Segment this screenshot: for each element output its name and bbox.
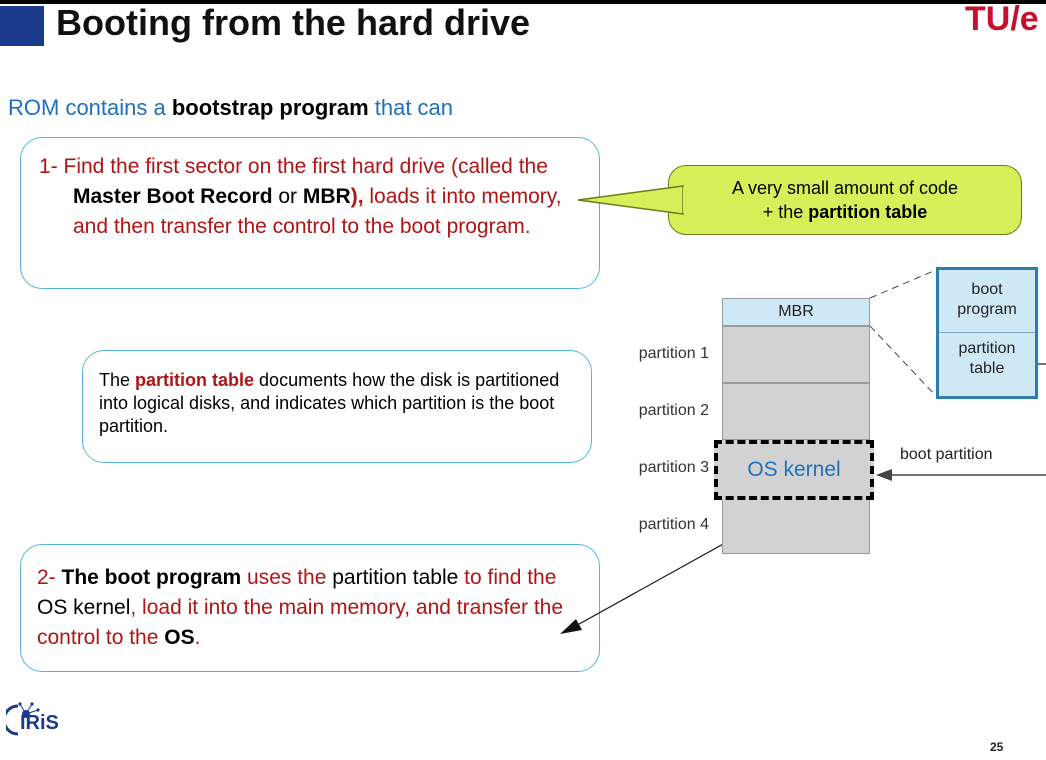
- partition-table-line2: table: [969, 360, 1005, 377]
- boot-program-cell: boot program: [939, 270, 1035, 333]
- partition-1-cell: partition 1: [639, 326, 870, 383]
- callout-tail-joint: [683, 187, 689, 213]
- partition-4-cell: partition 4: [639, 497, 870, 554]
- partition-4-label: partition 4: [638, 516, 709, 533]
- kernel-arrowhead: [560, 619, 582, 634]
- page-number: 25: [990, 740, 1004, 754]
- iris-logo-text: IRiS: [20, 712, 59, 734]
- mbr-detail-box: boot program partition table: [936, 267, 1038, 399]
- boot-partition-label: boot partition: [900, 446, 993, 463]
- partition-2-cell: partition 2: [639, 383, 870, 440]
- os-kernel-box: OS kernel: [714, 440, 874, 500]
- partition-2-label: partition 2: [638, 402, 709, 419]
- partition-table-cell: partition table: [939, 333, 1035, 396]
- boot-program-line2: program: [957, 301, 1017, 318]
- callout-tail: [577, 185, 684, 215]
- disk-diagram: MBR partition 1 partition 2 partition 3 …: [639, 298, 870, 554]
- mbr-detail-line-bottom: [869, 325, 937, 397]
- partition-table-line1: partition: [958, 340, 1016, 357]
- partition-3-label: partition 3: [638, 459, 709, 476]
- mbr-detail-line-top: [869, 269, 937, 299]
- boot-partition-arrowhead: [876, 469, 892, 481]
- mbr-cell: MBR: [722, 298, 870, 326]
- iris-arc: [6, 704, 19, 736]
- boot-program-line1: boot: [971, 281, 1003, 298]
- diagram-connectors: [560, 185, 1046, 634]
- partition-1-label: partition 1: [638, 345, 709, 362]
